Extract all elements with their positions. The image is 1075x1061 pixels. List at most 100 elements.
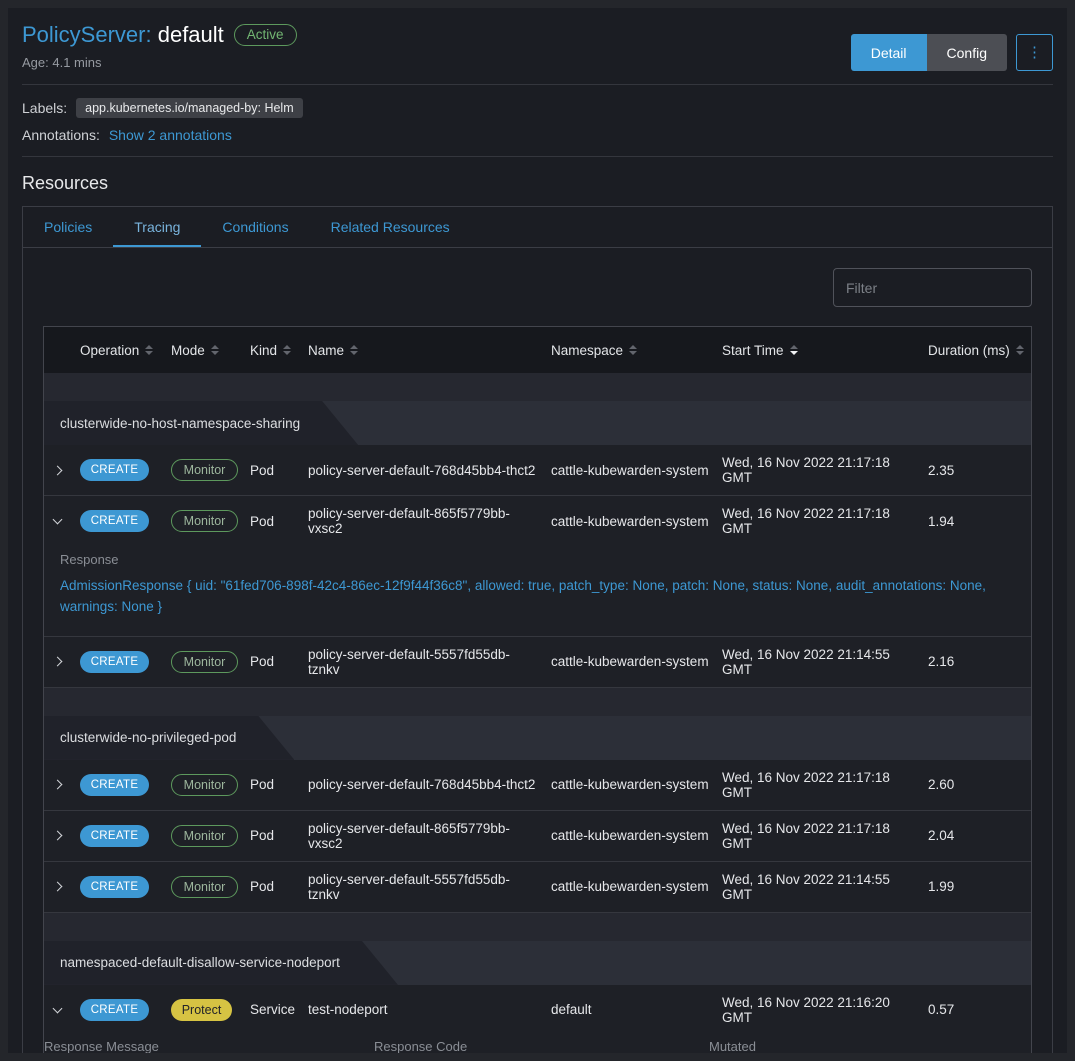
age-text: Age: 4.1 mins xyxy=(22,55,297,70)
detail-button[interactable]: Detail xyxy=(851,34,927,71)
mode-badge: Monitor xyxy=(171,459,238,481)
start-time-cell: Wed, 16 Nov 2022 21:17:18 GMT xyxy=(722,506,928,536)
label-chip: app.kubernetes.io/managed-by: Helm xyxy=(76,98,302,118)
operation-badge: CREATE xyxy=(80,876,149,898)
operation-badge: CREATE xyxy=(80,510,149,532)
column-header-duration-ms[interactable]: Duration (ms) xyxy=(928,331,1031,370)
mode-badge: Monitor xyxy=(171,651,238,673)
start-time-cell: Wed, 16 Nov 2022 21:17:18 GMT xyxy=(722,455,928,485)
group-spacer xyxy=(44,373,1031,401)
kebab-menu-icon[interactable]: ⋮ xyxy=(1016,34,1053,71)
divider xyxy=(22,84,1053,85)
resource-name-label: default xyxy=(158,22,224,47)
sort-icon xyxy=(145,345,153,355)
expand-toggle[interactable] xyxy=(44,467,80,474)
namespace-cell: cattle-kubewarden-system xyxy=(551,654,722,669)
sort-icon xyxy=(1016,345,1024,355)
policy-group-tab: namespaced-default-disallow-service-node… xyxy=(44,941,398,985)
name-cell: policy-server-default-5557fd55db-tznkv xyxy=(308,872,551,902)
operation-badge: CREATE xyxy=(80,999,149,1021)
duration-cell: 0.57 xyxy=(928,1002,1031,1017)
divider xyxy=(22,156,1053,157)
name-cell: policy-server-default-865f5779bb-vxsc2 xyxy=(308,506,551,536)
expand-toggle[interactable] xyxy=(44,658,80,665)
policy-group-tab: clusterwide-no-privileged-pod xyxy=(44,716,294,760)
column-header-label: Name xyxy=(308,343,344,358)
column-header-label: Operation xyxy=(80,343,139,358)
duration-cell: 2.35 xyxy=(928,463,1031,478)
namespace-cell: cattle-kubewarden-system xyxy=(551,463,722,478)
namespace-cell: cattle-kubewarden-system xyxy=(551,514,722,529)
expand-toggle[interactable] xyxy=(44,883,80,890)
expand-toggle[interactable] xyxy=(44,519,80,523)
annotations-row: Annotations: Show 2 annotations xyxy=(22,127,1053,143)
table-header-row: Operation Mode Kind Name Namespace Start… xyxy=(44,327,1031,373)
name-cell: policy-server-default-768d45bb4-thct2 xyxy=(308,777,551,792)
column-header-kind[interactable]: Kind xyxy=(250,331,308,370)
tab-policies[interactable]: Policies xyxy=(23,207,113,247)
response-code-label: Response Code xyxy=(374,1039,709,1054)
table-row: CREATE Monitor Pod policy-server-default… xyxy=(44,862,1031,913)
expand-toggle[interactable] xyxy=(44,832,80,839)
mode-badge: Monitor xyxy=(171,825,238,847)
column-header-mode[interactable]: Mode xyxy=(171,331,250,370)
tab-strip: Policies Tracing Conditions Related Reso… xyxy=(23,207,1052,248)
policy-group-header: clusterwide-no-privileged-pod xyxy=(44,716,1031,760)
mode-badge: Monitor xyxy=(171,774,238,796)
column-header-name[interactable]: Name xyxy=(308,331,551,370)
tab-related-resources[interactable]: Related Resources xyxy=(310,207,471,247)
duration-cell: 2.16 xyxy=(928,654,1031,669)
table-row: CREATE Monitor Pod policy-server-default… xyxy=(44,637,1031,688)
expand-toggle[interactable] xyxy=(44,1008,80,1012)
policy-group-header: namespaced-default-disallow-service-node… xyxy=(44,941,1031,985)
annotations-label: Annotations: xyxy=(22,127,100,143)
column-header-start-time[interactable]: Start Time xyxy=(722,331,928,370)
operation-badge: CREATE xyxy=(80,459,149,481)
mutated-label: Mutated xyxy=(709,1039,1031,1054)
expand-toggle[interactable] xyxy=(44,781,80,788)
sort-icon xyxy=(283,345,291,355)
column-header-operation[interactable]: Operation xyxy=(80,331,171,370)
verdict-detail: Response Message Service of type NodePor… xyxy=(44,1035,1031,1061)
operation-badge: CREATE xyxy=(80,774,149,796)
duration-cell: 1.99 xyxy=(928,879,1031,894)
tab-conditions[interactable]: Conditions xyxy=(201,207,309,247)
sort-icon xyxy=(211,345,219,355)
kind-cell: Pod xyxy=(250,828,308,843)
kind-cell: Pod xyxy=(250,463,308,478)
policy-group-title: namespaced-default-disallow-service-node… xyxy=(60,955,380,970)
page-title: PolicyServer: default xyxy=(22,22,224,48)
table-row: CREATE Protect Service test-nodeport def… xyxy=(44,985,1031,1061)
sort-icon xyxy=(790,345,798,355)
labels-label: Labels: xyxy=(22,100,67,116)
column-header-label: Start Time xyxy=(722,343,784,358)
table-row: CREATE Monitor Pod policy-server-default… xyxy=(44,760,1031,811)
resources-section-title: Resources xyxy=(22,173,1053,194)
operation-badge: CREATE xyxy=(80,825,149,847)
column-header-label: Kind xyxy=(250,343,277,358)
policy-group-tab: clusterwide-no-host-namespace-sharing xyxy=(44,401,358,445)
column-header-namespace[interactable]: Namespace xyxy=(551,331,722,370)
tab-tracing[interactable]: Tracing xyxy=(113,207,201,247)
start-time-cell: Wed, 16 Nov 2022 21:14:55 GMT xyxy=(722,647,928,677)
start-time-cell: Wed, 16 Nov 2022 21:16:20 GMT xyxy=(722,995,928,1025)
mode-badge: Monitor xyxy=(171,510,238,532)
name-cell: policy-server-default-768d45bb4-thct2 xyxy=(308,463,551,478)
mode-badge: Protect xyxy=(171,999,232,1021)
show-annotations-link[interactable]: Show 2 annotations xyxy=(109,127,232,143)
start-time-cell: Wed, 16 Nov 2022 21:17:18 GMT xyxy=(722,821,928,851)
group-spacer xyxy=(44,913,1031,941)
policy-server-detail-page: PolicyServer: default Active Age: 4.1 mi… xyxy=(0,0,1075,1061)
header-actions: Detail Config ⋮ xyxy=(851,34,1053,71)
tracing-table: Operation Mode Kind Name Namespace Start… xyxy=(43,326,1032,1061)
name-cell: policy-server-default-5557fd55db-tznkv xyxy=(308,647,551,677)
labels-row: Labels: app.kubernetes.io/managed-by: He… xyxy=(22,98,1053,118)
resources-tabbed-box: Policies Tracing Conditions Related Reso… xyxy=(22,206,1053,1061)
kind-cell: Pod xyxy=(250,654,308,669)
column-header-label: Namespace xyxy=(551,343,623,358)
kind-cell: Pod xyxy=(250,514,308,529)
sort-icon xyxy=(350,345,358,355)
filter-input[interactable] xyxy=(833,268,1032,307)
start-time-cell: Wed, 16 Nov 2022 21:17:18 GMT xyxy=(722,770,928,800)
config-button[interactable]: Config xyxy=(927,34,1007,71)
